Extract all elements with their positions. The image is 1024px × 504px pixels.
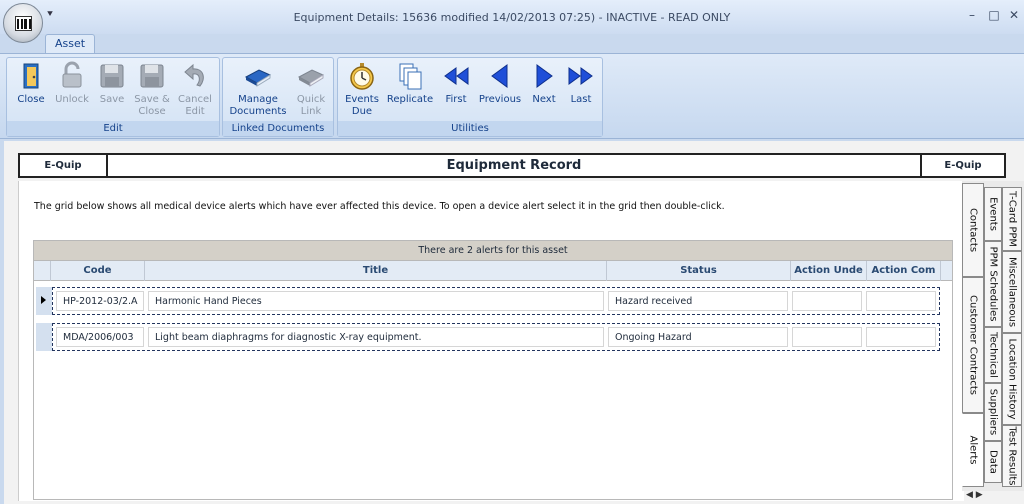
stopwatch-icon <box>350 63 374 90</box>
last-record-button[interactable]: Last <box>562 61 600 106</box>
cell-title[interactable]: Harmonic Hand Pieces <box>148 291 604 311</box>
arrow-left-icon <box>491 64 508 88</box>
row-cells[interactable]: HP-2012-03/2.A Harmonic Hand Pieces Haza… <box>52 287 940 315</box>
manage-documents-button[interactable]: Manage Documents <box>227 61 289 118</box>
tab-contacts[interactable]: Contacts <box>962 183 984 277</box>
tab-miscellaneous[interactable]: Miscellaneous <box>1002 251 1022 333</box>
next-record-button[interactable]: Next <box>524 61 564 106</box>
cell-status[interactable]: Ongoing Hazard <box>608 327 788 347</box>
window-title: Equipment Details: 15636 modified 14/02/… <box>293 11 731 24</box>
ribbon-tabs: Asset <box>0 34 1024 54</box>
door-exit-icon <box>23 63 39 89</box>
cell-title[interactable]: Light beam diaphragms for diagnostic X-r… <box>148 327 604 347</box>
tab-scroll-arrows[interactable]: ◀ ▶ <box>966 490 983 500</box>
alerts-grid[interactable]: There are 2 alerts for this asset Code T… <box>33 240 953 500</box>
cell-action-complete[interactable] <box>866 327 936 347</box>
application-menu-button[interactable] <box>3 3 43 43</box>
tab-events[interactable]: Events <box>984 187 1002 241</box>
ribbon: Close Unlock Save Save & Close Cancel Ed… <box>0 53 1024 139</box>
tab-customer-contracts[interactable]: Customer Contracts <box>962 277 984 413</box>
tab-suppliers[interactable]: Suppliers <box>984 383 1002 441</box>
arrow-right-icon <box>536 64 553 88</box>
tab-technical[interactable]: Technical <box>984 327 1002 383</box>
blue-book-icon <box>244 69 272 87</box>
side-tabs: Contacts Customer Contracts Alerts Event… <box>962 181 1024 491</box>
close-window-button[interactable]: ✕ <box>1007 8 1021 22</box>
main-panel: E-Quip Equipment Record E-Quip The grid … <box>4 141 1024 504</box>
current-row-arrow-icon <box>41 296 46 304</box>
row-selector-header <box>34 261 51 281</box>
double-arrow-left-icon <box>444 67 469 85</box>
group-edit: Close Unlock Save Save & Close Cancel Ed… <box>6 57 220 137</box>
row-selector[interactable] <box>36 323 52 351</box>
save-and-close-button[interactable]: Save & Close <box>131 61 173 118</box>
double-arrow-right-icon <box>568 67 593 85</box>
group-utilities: Events Due Replicate First Previous Next… <box>337 57 603 137</box>
copy-pages-icon <box>399 63 422 90</box>
tab-data[interactable]: Data <box>984 441 1002 483</box>
save-button[interactable]: Save <box>93 61 131 106</box>
group-linked-documents: Manage Documents Quick Link Linked Docum… <box>222 57 334 137</box>
cell-code[interactable]: HP-2012-03/2.A <box>56 291 144 311</box>
floppy-disk-icon <box>100 64 124 88</box>
info-text: The grid below shows all medical device … <box>34 201 725 212</box>
record-header: E-Quip Equipment Record E-Quip <box>18 153 1006 178</box>
table-row[interactable]: HP-2012-03/2.A Harmonic Hand Pieces Haza… <box>36 287 940 315</box>
row-cells[interactable]: MDA/2006/003 Light beam diaphragms for d… <box>52 323 940 351</box>
title-bar: ⯆ Equipment Details: 15636 modified 14/0… <box>0 0 1024 34</box>
floppy-disk-close-icon <box>140 64 164 88</box>
grid-caption: There are 2 alerts for this asset <box>34 241 952 260</box>
maximize-button[interactable]: □ <box>987 8 1001 22</box>
group-label-utilities: Utilities <box>338 121 602 136</box>
column-header-status[interactable]: Status <box>607 261 791 281</box>
row-selector[interactable] <box>36 287 52 315</box>
group-label-edit: Edit <box>7 121 219 136</box>
tab-location-history[interactable]: Location History <box>1002 333 1022 425</box>
unlock-button[interactable]: Unlock <box>51 61 93 106</box>
page-title: Equipment Record <box>446 158 582 173</box>
tab-tcard-ppm[interactable]: T-Card PPM <box>1002 187 1022 251</box>
previous-record-button[interactable]: Previous <box>476 61 524 106</box>
cell-status[interactable]: Hazard received <box>608 291 788 311</box>
cancel-edit-button[interactable]: Cancel Edit <box>173 61 217 118</box>
tab-ppm-schedules[interactable]: PPM Schedules <box>984 241 1002 327</box>
first-record-button[interactable]: First <box>436 61 476 106</box>
grey-book-icon <box>297 69 325 87</box>
barcode-icon <box>15 16 32 31</box>
column-header-title[interactable]: Title <box>145 261 607 281</box>
cell-action-under[interactable] <box>792 327 862 347</box>
cell-action-under[interactable] <box>792 291 862 311</box>
table-row[interactable]: MDA/2006/003 Light beam diaphragms for d… <box>36 323 940 351</box>
padlock-open-icon <box>62 61 82 88</box>
column-header-code[interactable]: Code <box>51 261 145 281</box>
tab-test-results[interactable]: Test Results <box>1002 425 1022 487</box>
minimize-button[interactable]: – <box>965 8 979 22</box>
column-header-action-under[interactable]: Action Unde <box>791 261 867 281</box>
header-left-label: E-Quip <box>20 155 108 176</box>
column-header-action-complete[interactable]: Action Com <box>867 261 941 281</box>
tab-asset[interactable]: Asset <box>45 34 95 54</box>
replicate-button[interactable]: Replicate <box>384 61 436 106</box>
quick-link-button[interactable]: Quick Link <box>291 61 331 118</box>
events-due-button[interactable]: Events Due <box>340 61 384 118</box>
header-right-label: E-Quip <box>920 155 1004 176</box>
tab-alerts[interactable]: Alerts <box>962 413 984 487</box>
group-label-linked-documents: Linked Documents <box>223 121 333 136</box>
grid-header: Code Title Status Action Unde Action Com <box>34 260 952 281</box>
cell-code[interactable]: MDA/2006/003 <box>56 327 144 347</box>
cell-action-complete[interactable] <box>866 291 936 311</box>
close-button[interactable]: Close <box>11 61 51 106</box>
undo-arrow-icon <box>184 63 204 87</box>
alerts-content: The grid below shows all medical device … <box>18 181 964 501</box>
